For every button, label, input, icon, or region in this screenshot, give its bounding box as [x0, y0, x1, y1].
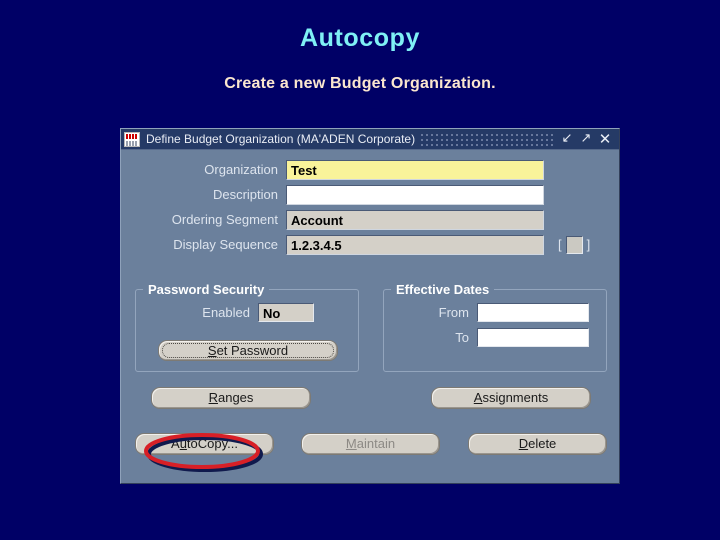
field-row-display-sequence: Display Sequence 1.2.3.4.5 [ ] [121, 234, 619, 255]
password-security-legend: Password Security [148, 282, 265, 297]
effective-to-row: To [384, 327, 606, 347]
ordering-segment-label: Ordering Segment [171, 212, 278, 227]
ranges-button[interactable]: Ranges [151, 387, 311, 409]
organization-input[interactable]: Test [286, 159, 544, 180]
to-label: To [455, 329, 469, 345]
description-label: Description [212, 187, 278, 202]
button-row-bottom: AutoCopy... Maintain Delete [135, 433, 607, 455]
group-boxes: Password Security Enabled No Set Passwor… [135, 282, 607, 372]
maintain-rest: aintain [356, 436, 396, 451]
autocopy-accel: u [179, 436, 187, 451]
set-password-button[interactable]: Set Password [158, 340, 338, 361]
autocopy-rest: toCopy... [186, 436, 238, 451]
ranges-rest: anges [217, 390, 254, 405]
assignments-button[interactable]: Assignments [431, 387, 591, 409]
description-input[interactable] [286, 184, 544, 205]
organization-label: Organization [204, 162, 278, 177]
sequence-indicator: [ ] [558, 235, 591, 254]
enabled-label: Enabled [202, 304, 250, 320]
bracket-open: [ [558, 237, 562, 252]
to-input[interactable] [477, 327, 589, 347]
from-input[interactable] [477, 302, 589, 322]
ranges-accel: R [208, 390, 218, 405]
effective-dates-group: Effective Dates From To [383, 282, 607, 372]
assignments-rest: ssignments [482, 390, 549, 405]
oracle-app-icon [124, 131, 140, 147]
effective-from-row: From [384, 302, 606, 322]
page-subtitle: Create a new Budget Organization. [224, 75, 496, 92]
maintain-button: Maintain [301, 433, 440, 455]
autocopy-prefix: A [171, 436, 180, 451]
field-row-ordering-segment: Ordering Segment Account [121, 209, 619, 230]
delete-button[interactable]: Delete [468, 433, 607, 455]
bracket-close: ] [586, 237, 591, 252]
field-row-organization: Organization Test [121, 159, 619, 180]
display-sequence-label: Display Sequence [173, 237, 278, 252]
password-security-group: Password Security Enabled No Set Passwor… [135, 282, 359, 372]
page-title: Autocopy [299, 24, 421, 52]
delete-accel: D [518, 436, 529, 451]
titlebar-texture [421, 132, 554, 146]
display-sequence-input[interactable]: 1.2.3.4.5 [286, 234, 544, 255]
delete-rest: elete [528, 436, 557, 451]
field-list: Organization Test Description Ordering S… [121, 159, 619, 259]
dialog-titlebar[interactable]: Define Budget Organization (MA'ADEN Corp… [121, 129, 619, 150]
field-row-description: Description [121, 184, 619, 205]
effective-dates-legend: Effective Dates [396, 282, 490, 297]
minimize-icon[interactable]: ↙ [560, 132, 574, 146]
enabled-value[interactable]: No [258, 302, 314, 322]
set-password-rest: et Password [216, 343, 289, 358]
maximize-icon[interactable]: ↗ [579, 132, 593, 146]
maintain-accel: M [345, 436, 357, 451]
dialog-title: Define Budget Organization (MA'ADEN Corp… [146, 132, 416, 146]
from-label: From [438, 304, 469, 320]
button-row-middle: Ranges Assignments [135, 387, 607, 409]
password-enabled-row: Enabled No [136, 302, 358, 322]
set-password-accel: S [207, 343, 217, 358]
define-budget-organization-dialog: Define Budget Organization (MA'ADEN Corp… [120, 128, 620, 484]
close-icon[interactable]: ✕ [598, 132, 612, 147]
autocopy-button[interactable]: AutoCopy... [135, 433, 274, 455]
ordering-segment-input[interactable]: Account [286, 209, 544, 230]
window-controls: ↙ ↗ ✕ [560, 132, 616, 147]
sequence-checkbox[interactable] [565, 235, 583, 254]
